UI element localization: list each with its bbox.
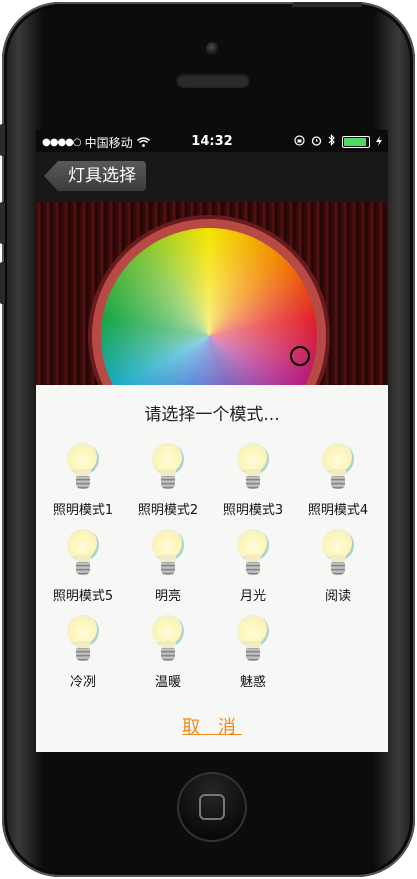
mode-label: 温暖 — [154, 675, 181, 690]
orientation-lock-icon — [294, 134, 305, 149]
alarm-icon — [311, 135, 322, 149]
mode-label: 明亮 — [154, 589, 181, 604]
sheet-title: 请选择一个模式... — [144, 405, 280, 425]
mode-item[interactable]: 照明模式4 — [295, 443, 381, 518]
color-selector-handle[interactable] — [290, 346, 310, 366]
back-button[interactable]: 灯具选择 — [44, 161, 146, 191]
mode-label: 照明模式5 — [52, 589, 114, 604]
mode-label: 照明模式3 — [222, 503, 284, 518]
charging-icon — [376, 135, 382, 149]
mode-label: 月光 — [239, 589, 266, 604]
mode-item[interactable]: 照明模式2 — [125, 443, 211, 518]
mode-label: 魅惑 — [239, 675, 266, 690]
home-button[interactable] — [177, 772, 247, 842]
mode-item[interactable]: 照明模式1 — [40, 443, 126, 518]
home-square-icon — [199, 794, 225, 820]
light-bulb-icon — [63, 615, 103, 665]
earpiece-speaker — [176, 73, 250, 88]
volume-up-button — [0, 202, 5, 244]
mode-label: 照明模式2 — [137, 503, 199, 518]
light-bulb-icon — [148, 615, 188, 665]
mode-item[interactable]: 照明模式5 — [40, 529, 126, 604]
light-bulb-icon — [148, 443, 188, 493]
mode-item[interactable]: 冷冽 — [40, 615, 126, 690]
mode-item[interactable]: 明亮 — [125, 529, 211, 604]
bluetooth-icon — [328, 134, 336, 149]
mode-item[interactable]: 阅读 — [295, 529, 381, 604]
light-bulb-icon — [148, 529, 188, 579]
mode-label: 照明模式4 — [307, 503, 369, 518]
light-bulb-icon — [318, 443, 358, 493]
volume-down-button — [0, 262, 5, 304]
navigation-bar: 灯具选择 — [36, 152, 388, 202]
mode-label: 阅读 — [324, 589, 351, 604]
light-bulb-icon — [233, 615, 273, 665]
mode-item[interactable]: 温暖 — [125, 615, 211, 690]
mode-item[interactable]: 魅惑 — [210, 615, 296, 690]
mode-item[interactable]: 月光 — [210, 529, 296, 604]
battery-icon — [342, 135, 370, 148]
battery-level — [344, 137, 367, 146]
mode-label: 冷冽 — [69, 675, 96, 690]
phone-frame: ●●●●○ 中国移动 14:32 灯具选择 请选择一个模式... 照明模式1 照… — [0, 2, 415, 877]
front-camera — [206, 42, 219, 55]
mute-switch — [0, 124, 5, 156]
light-bulb-icon — [318, 529, 358, 579]
light-bulb-icon — [63, 529, 103, 579]
light-bulb-icon — [63, 443, 103, 493]
cancel-button[interactable]: 取 消 — [36, 713, 388, 739]
light-bulb-icon — [233, 443, 273, 493]
status-bar: ●●●●○ 中国移动 14:32 — [36, 130, 388, 152]
screen: ●●●●○ 中国移动 14:32 灯具选择 请选择一个模式... 照明模式1 照… — [36, 130, 388, 752]
light-bulb-icon — [233, 529, 273, 579]
power-button — [292, 2, 362, 7]
mode-label: 照明模式1 — [52, 503, 114, 518]
mode-selection-sheet: 请选择一个模式... 照明模式1 照明模式2 照明模式3 照明模式4 照明模式5 — [36, 385, 388, 752]
mode-item[interactable]: 照明模式3 — [210, 443, 296, 518]
